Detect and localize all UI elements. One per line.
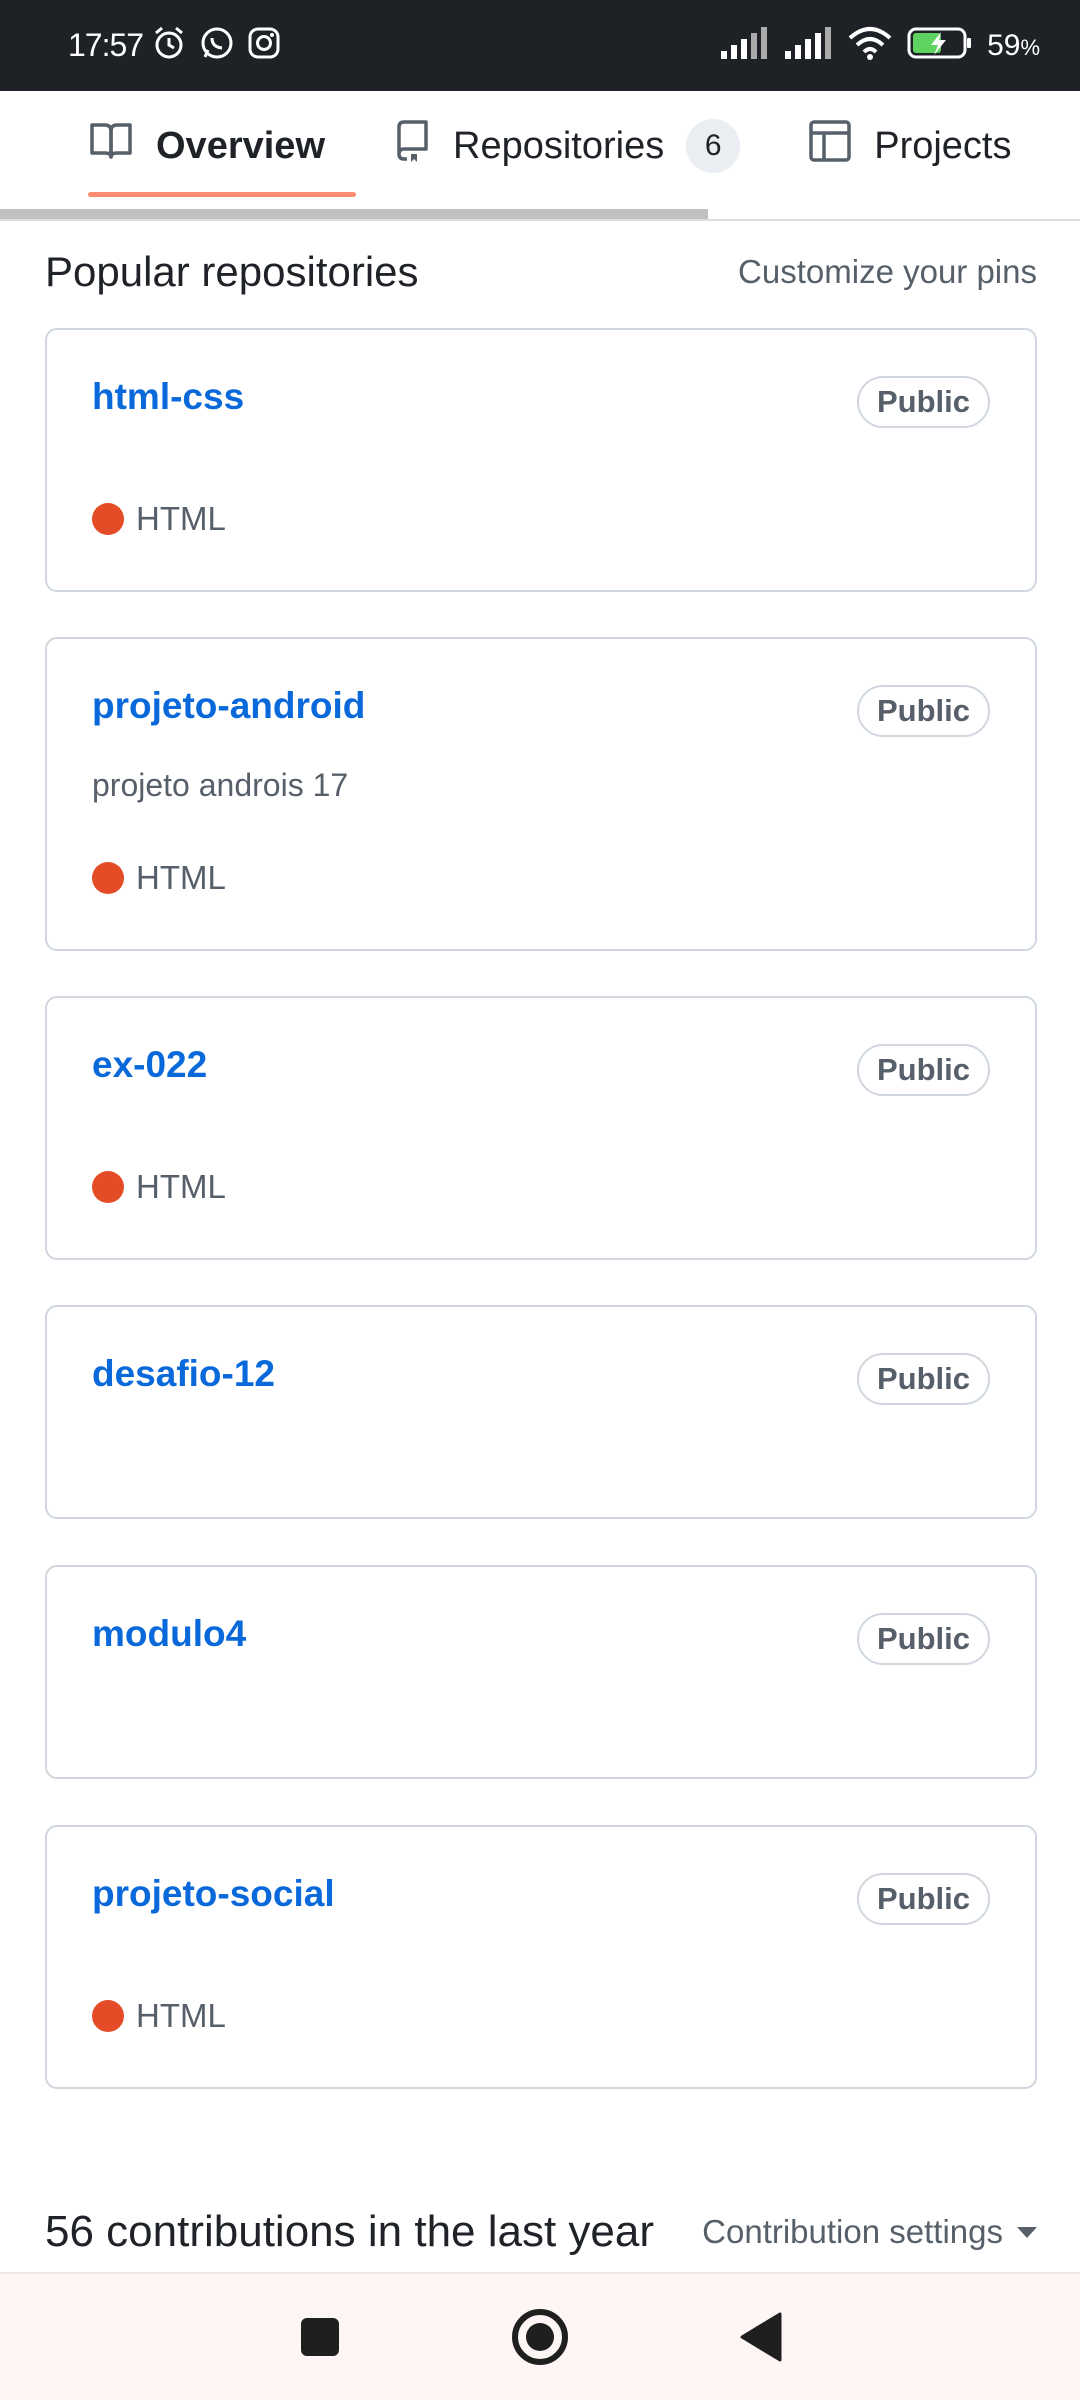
contributions-title: 56 contributions in the last year — [45, 2207, 655, 2256]
language-label: HTML — [136, 500, 226, 537]
contribution-settings-label: Contribution settings — [702, 2213, 1003, 2250]
battery-charging-icon — [907, 26, 973, 65]
recents-icon[interactable] — [285, 2302, 355, 2372]
repo-name-link[interactable]: desafio-12 — [92, 1353, 275, 1395]
popular-repositories-header: Popular repositories Customize your pins — [45, 240, 1037, 304]
repo-name-link[interactable]: projeto-android — [92, 685, 365, 727]
signal-icon — [783, 27, 833, 64]
language-color-dot — [92, 503, 124, 535]
alarm-icon — [151, 25, 187, 66]
table-icon — [808, 119, 874, 173]
repo-card: projeto-android Public projeto androis 1… — [45, 637, 1037, 951]
repo-name-link[interactable]: html-css — [92, 376, 244, 418]
book-icon — [88, 121, 156, 171]
language-label: HTML — [136, 1997, 226, 2034]
section-title: Popular repositories — [45, 248, 419, 295]
repo-language: HTML — [92, 859, 226, 897]
tab-overview[interactable]: Overview — [88, 91, 325, 201]
visibility-badge: Public — [856, 1873, 990, 1925]
visibility-badge: Public — [856, 376, 990, 428]
repo-icon — [393, 119, 453, 173]
battery-level: 59% — [987, 28, 1040, 62]
tab-repositories[interactable]: Repositories 6 — [393, 91, 741, 201]
visibility-badge: Public — [856, 685, 990, 737]
system-navigation-bar — [0, 2272, 1080, 2400]
repo-language: HTML — [92, 1997, 226, 2035]
visibility-badge: Public — [856, 1353, 990, 1405]
tab-overview-label: Overview — [156, 124, 325, 167]
language-color-dot — [92, 862, 124, 894]
repositories-count: 6 — [686, 119, 741, 173]
repo-card: projeto-social Public HTML — [45, 1825, 1037, 2089]
visibility-badge: Public — [856, 1044, 990, 1096]
instagram-icon — [247, 26, 281, 65]
signal-icon — [719, 27, 769, 64]
back-icon[interactable] — [725, 2302, 795, 2372]
repo-card: html-css Public HTML — [45, 328, 1037, 592]
tab-projects-label: Projects — [874, 124, 1012, 167]
whatsapp-icon — [199, 25, 235, 66]
tabs-divider — [0, 219, 1080, 221]
repo-name-link[interactable]: projeto-social — [92, 1873, 335, 1915]
home-icon[interactable] — [505, 2302, 575, 2372]
tab-projects[interactable]: Projects — [808, 91, 1012, 201]
language-color-dot — [92, 2000, 124, 2032]
customize-pins-link[interactable]: Customize your pins — [738, 253, 1037, 291]
contribution-settings-dropdown[interactable]: Contribution settings — [702, 2213, 1037, 2251]
language-color-dot — [92, 1171, 124, 1203]
repo-card: modulo4 Public — [45, 1565, 1037, 1779]
repo-name-link[interactable]: modulo4 — [92, 1613, 246, 1655]
chevron-down-icon — [1017, 2226, 1037, 2238]
language-label: HTML — [136, 859, 226, 896]
status-time: 17:57 — [68, 27, 144, 63]
wifi-icon — [847, 26, 893, 65]
contributions-header: 56 contributions in the last year Contri… — [45, 2200, 1037, 2264]
repo-language: HTML — [92, 1168, 226, 1206]
repo-name-link[interactable]: ex-022 — [92, 1044, 207, 1086]
repo-card: ex-022 Public HTML — [45, 996, 1037, 1260]
visibility-badge: Public — [856, 1613, 990, 1665]
status-bar: 17:57 59% — [0, 0, 1080, 91]
active-tab-indicator — [88, 192, 356, 197]
language-label: HTML — [136, 1168, 226, 1205]
profile-tabs: Overview Repositories 6 Projects — [0, 91, 1080, 201]
repo-description: projeto androis 17 — [92, 767, 349, 803]
tab-repositories-label: Repositories — [453, 124, 665, 167]
repo-language: HTML — [92, 500, 226, 538]
repo-card: desafio-12 Public — [45, 1305, 1037, 1519]
